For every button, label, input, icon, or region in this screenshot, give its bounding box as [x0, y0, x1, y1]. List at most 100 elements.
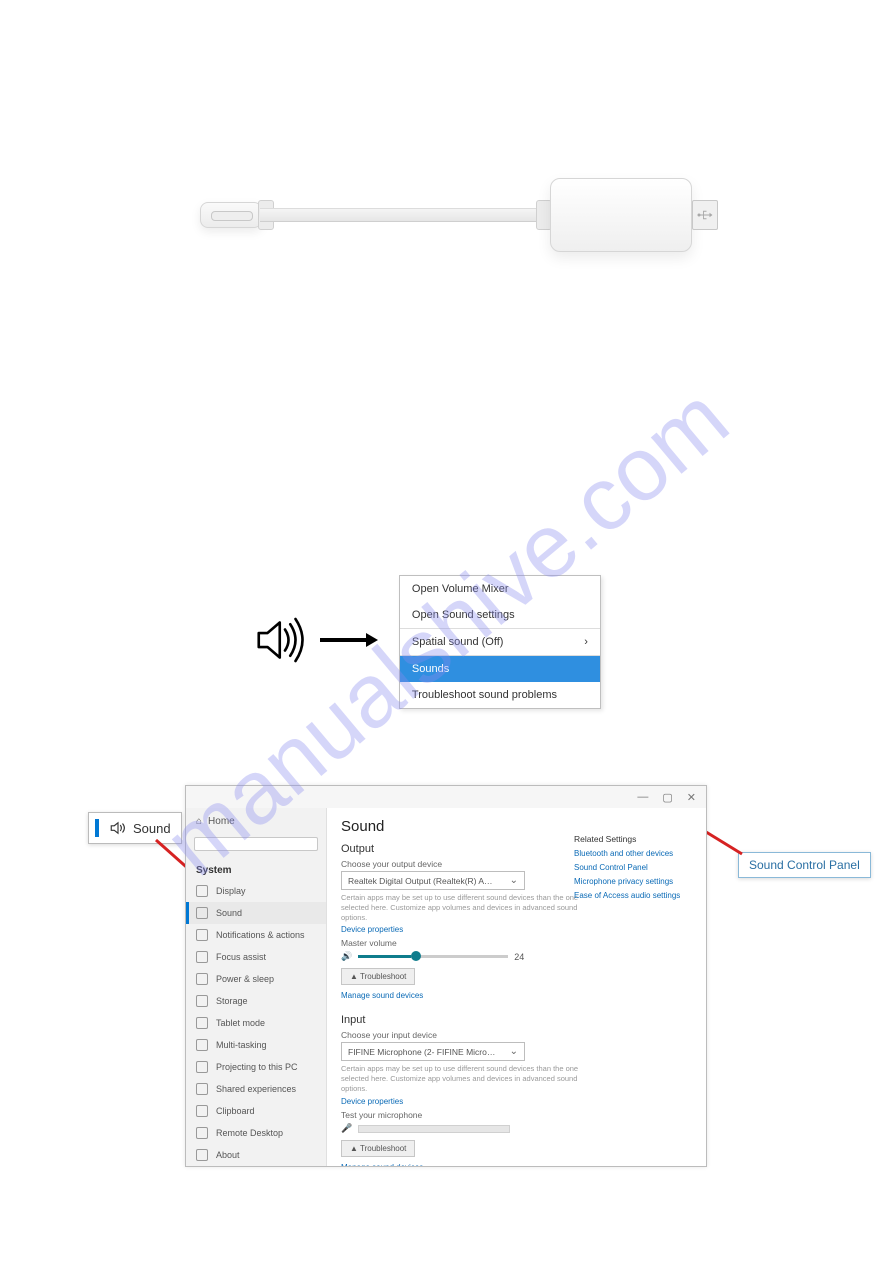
- nav-power[interactable]: Power & sleep: [186, 968, 326, 990]
- speaker-small-icon: [109, 819, 127, 837]
- cable: [260, 208, 540, 222]
- nav-remote[interactable]: Remote Desktop: [186, 1122, 326, 1144]
- related-link-ease-of-access[interactable]: Ease of Access audio settings: [574, 891, 694, 900]
- arrow-right-icon: [320, 631, 380, 654]
- notifications-icon: [196, 929, 208, 941]
- nav-sound[interactable]: Sound: [186, 902, 326, 924]
- nav-focus-assist[interactable]: Focus assist: [186, 946, 326, 968]
- chevron-right-icon: ›: [584, 636, 588, 648]
- settings-window: — ▢ ✕ ⌂ Home System Display Sound Notifi…: [185, 785, 707, 1167]
- manage-devices-link-2[interactable]: Manage sound devices: [341, 1163, 692, 1167]
- usb-a-port: [692, 200, 718, 230]
- callout-sound-label: Sound: [133, 821, 171, 836]
- menu-item-sounds[interactable]: Sounds: [400, 656, 600, 682]
- sidebar-category: System: [186, 859, 326, 880]
- nav-label: Sound: [216, 908, 242, 918]
- input-heading: Input: [341, 1014, 692, 1026]
- shared-icon: [196, 1083, 208, 1095]
- multitask-icon: [196, 1039, 208, 1051]
- clipboard-icon: [196, 1105, 208, 1117]
- nav-label: Storage: [216, 996, 248, 1006]
- remote-icon: [196, 1127, 208, 1139]
- mic-level-bar: [358, 1125, 510, 1133]
- nav-about[interactable]: About: [186, 1144, 326, 1166]
- storage-icon: [196, 995, 208, 1007]
- window-titlebar: — ▢ ✕: [186, 786, 706, 808]
- power-icon: [196, 973, 208, 985]
- manage-devices-link[interactable]: Manage sound devices: [341, 991, 692, 1000]
- nav-label: Clipboard: [216, 1106, 255, 1116]
- related-link-bluetooth[interactable]: Bluetooth and other devices: [574, 849, 694, 858]
- volume-icon: 🔊: [341, 951, 352, 962]
- menu-item-troubleshoot[interactable]: Troubleshoot sound problems: [400, 682, 600, 708]
- display-icon: [196, 885, 208, 897]
- callout-sound-control-panel: Sound Control Panel: [738, 852, 871, 878]
- troubleshoot-output-button[interactable]: ▲ Troubleshoot: [341, 968, 415, 985]
- nav-label: Projecting to this PC: [216, 1062, 298, 1072]
- maximize-icon[interactable]: ▢: [662, 791, 672, 804]
- project-icon: [196, 1061, 208, 1073]
- sound-context-menu: Open Volume Mixer Open Sound settings Sp…: [399, 575, 601, 709]
- speaker-context-row: Open Volume Mixer Open Sound settings Sp…: [250, 575, 601, 709]
- nav-label: Power & sleep: [216, 974, 274, 984]
- nav-label: Focus assist: [216, 952, 266, 962]
- nav-label: Display: [216, 886, 246, 896]
- usb-icon: [696, 208, 714, 222]
- input-choose-label: Choose your input device: [341, 1030, 692, 1040]
- home-label: Home: [208, 816, 235, 827]
- output-device-value: Realtek Digital Output (Realtek(R) A…: [348, 876, 493, 886]
- volume-slider[interactable]: [358, 955, 508, 958]
- nav-label: Notifications & actions: [216, 930, 305, 940]
- page-title: Sound: [341, 818, 692, 835]
- nav-tablet[interactable]: Tablet mode: [186, 1012, 326, 1034]
- focus-icon: [196, 951, 208, 963]
- nav-label: About: [216, 1150, 240, 1160]
- sidebar-home[interactable]: ⌂ Home: [186, 808, 326, 835]
- nav-projecting[interactable]: Projecting to this PC: [186, 1056, 326, 1078]
- input-device-select[interactable]: FIFINE Microphone (2- FIFINE Micro…: [341, 1042, 525, 1061]
- nav-clipboard[interactable]: Clipboard: [186, 1100, 326, 1122]
- usb-c-plug: [200, 202, 262, 228]
- tablet-icon: [196, 1017, 208, 1029]
- menu-item-label: Spatial sound (Off): [412, 636, 504, 648]
- settings-sidebar: ⌂ Home System Display Sound Notification…: [186, 808, 327, 1166]
- device-properties-link-2[interactable]: Device properties: [341, 1097, 692, 1106]
- output-desc: Certain apps may be set up to use differ…: [341, 893, 581, 922]
- btn-label: Troubleshoot: [360, 1144, 406, 1153]
- speaker-icon: [250, 612, 306, 673]
- test-mic-label: Test your microphone: [341, 1110, 692, 1120]
- nav-storage[interactable]: Storage: [186, 990, 326, 1012]
- nav-notifications[interactable]: Notifications & actions: [186, 924, 326, 946]
- sound-icon: [196, 907, 208, 919]
- related-link-mic-privacy[interactable]: Microphone privacy settings: [574, 877, 694, 886]
- menu-item-sound-settings[interactable]: Open Sound settings: [400, 602, 600, 628]
- nav-label: Remote Desktop: [216, 1128, 283, 1138]
- menu-item-volume-mixer[interactable]: Open Volume Mixer: [400, 576, 600, 602]
- close-icon[interactable]: ✕: [687, 791, 696, 804]
- home-icon: ⌂: [196, 816, 202, 827]
- adapter-image: [200, 160, 720, 280]
- device-properties-link[interactable]: Device properties: [341, 925, 692, 934]
- nav-multitasking[interactable]: Multi-tasking: [186, 1034, 326, 1056]
- adapter-body: [550, 178, 692, 252]
- troubleshoot-input-button[interactable]: ▲ Troubleshoot: [341, 1140, 415, 1157]
- settings-main: Sound Output Choose your output device R…: [327, 808, 706, 1166]
- related-heading: Related Settings: [574, 834, 694, 844]
- nav-shared[interactable]: Shared experiences: [186, 1078, 326, 1100]
- nav-display[interactable]: Display: [186, 880, 326, 902]
- nav-label: Shared experiences: [216, 1084, 296, 1094]
- search-input[interactable]: [194, 837, 318, 851]
- about-icon: [196, 1149, 208, 1161]
- nav-label: Tablet mode: [216, 1018, 265, 1028]
- btn-label: Troubleshoot: [360, 972, 406, 981]
- related-link-sound-control-panel[interactable]: Sound Control Panel: [574, 863, 694, 872]
- related-settings: Related Settings Bluetooth and other dev…: [574, 834, 694, 905]
- master-volume-label: Master volume: [341, 938, 692, 948]
- nav-label: Multi-tasking: [216, 1040, 267, 1050]
- output-device-select[interactable]: Realtek Digital Output (Realtek(R) A…: [341, 871, 525, 890]
- menu-item-spatial-sound[interactable]: Spatial sound (Off) ›: [400, 628, 600, 656]
- input-desc: Certain apps may be set up to use differ…: [341, 1064, 581, 1093]
- minimize-icon[interactable]: —: [637, 791, 648, 803]
- mic-icon: 🎤: [341, 1123, 352, 1134]
- volume-value: 24: [514, 952, 524, 962]
